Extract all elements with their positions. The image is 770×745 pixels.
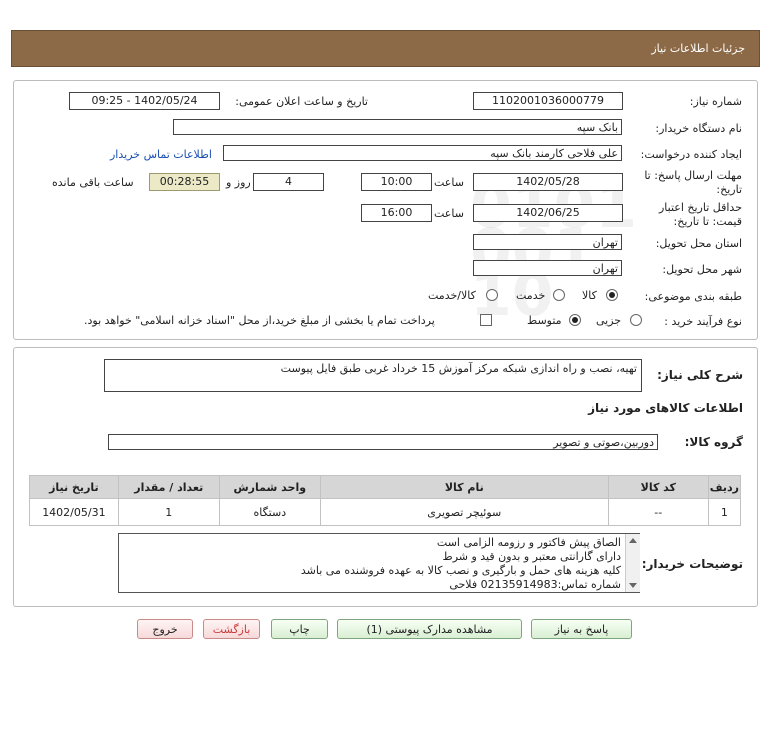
scroll-down-arrow-icon[interactable]: [629, 583, 637, 588]
cell-code: --: [607, 498, 709, 526]
announce-label: تاریخ و ساعت اعلان عمومی:: [235, 95, 368, 108]
announce-field[interactable]: 1402/05/24 - 09:25: [69, 92, 220, 110]
validity-time-label: ساعت: [434, 207, 464, 220]
col-unit: واحد شمارش: [218, 475, 321, 499]
need-number-field[interactable]: 1102001036000779: [473, 92, 623, 110]
deadline-label-2: تاریخ:: [716, 183, 742, 196]
page-title: جزئیات اطلاعات نیاز: [651, 42, 745, 55]
cell-quantity: 1: [117, 498, 220, 526]
requester-field[interactable]: علی فلاحی کارمند بانک سپه: [223, 145, 622, 161]
table-row: 1 -- سوئیچر تصویری دستگاه 1 1402/05/31: [29, 498, 742, 526]
requester-label: ایجاد کننده درخواست:: [640, 148, 742, 161]
deadline-date-field[interactable]: 1402/05/28: [473, 173, 623, 191]
back-button[interactable]: بازگشت: [203, 619, 260, 639]
category-radio-service[interactable]: [553, 289, 565, 301]
goods-table-header: ردیف کد کالا نام کالا واحد شمارش تعداد /…: [29, 475, 742, 499]
validity-time-field[interactable]: 16:00: [361, 204, 432, 222]
deadline-time-field[interactable]: 10:00: [361, 173, 432, 191]
province-field[interactable]: تهران: [473, 234, 622, 250]
col-name: نام کالا: [319, 475, 609, 499]
category-option-goods: کالا: [582, 289, 597, 302]
days-label: روز و: [226, 176, 251, 189]
buyer-notes-field[interactable]: الصاق پیش فاکتور و رزومه الزامی است دارا…: [118, 533, 640, 593]
buyer-note-line: شماره تماس:02135914983 فلاحی: [449, 578, 621, 591]
goods-section-title: اطلاعات کالاهای مورد نیاز: [588, 401, 743, 415]
process-radio-medium[interactable]: [569, 314, 581, 326]
exit-button[interactable]: خروج: [137, 619, 193, 639]
buyer-note-line: کلیه هزینه های حمل و بارگیری و نصب کالا …: [300, 564, 621, 577]
buyer-org-label: نام دستگاه خریدار:: [655, 122, 742, 135]
col-date: تاریخ نیاز: [29, 475, 119, 499]
category-radio-goods[interactable]: [606, 289, 618, 301]
remaining-label: ساعت باقی مانده: [52, 176, 134, 189]
city-field[interactable]: تهران: [473, 260, 622, 276]
contact-info-link[interactable]: اطلاعات تماس خریدار: [110, 148, 212, 161]
goods-table: ردیف کد کالا نام کالا واحد شمارش تعداد /…: [29, 475, 742, 526]
attachments-button[interactable]: مشاهده مدارک پیوستی (1): [337, 619, 522, 639]
description-field[interactable]: تهیه، نصب و راه اندازی شبکه مرکز آموزش 1…: [104, 359, 642, 392]
buyer-org-field[interactable]: بانک سپه: [173, 119, 622, 135]
col-row: ردیف: [707, 475, 742, 499]
cell-date: 1402/05/31: [29, 498, 119, 526]
city-label: شهر محل تحویل:: [662, 263, 742, 276]
cell-row: 1: [707, 498, 742, 526]
treasury-payment-checkbox[interactable]: [480, 314, 492, 326]
process-option-medium: متوسط: [527, 314, 562, 327]
validity-date-field[interactable]: 1402/06/25: [473, 204, 623, 222]
reply-button[interactable]: پاسخ به نیاز: [531, 619, 632, 639]
category-option-goods-service: کالا/خدمت: [428, 289, 476, 302]
description-text: تهیه، نصب و راه اندازی شبکه مرکز آموزش 1…: [280, 362, 637, 375]
cell-name: سوئیچر تصویری: [319, 498, 609, 526]
buyer-notes-label: توضیحات خریدار:: [641, 557, 743, 571]
process-radio-minor[interactable]: [630, 314, 642, 326]
process-option-minor: جزیی: [596, 314, 622, 327]
process-type-label: نوع فرآیند خرید :: [664, 315, 742, 328]
category-radio-goods-service[interactable]: [486, 289, 498, 301]
buyer-note-line: دارای گارانتی معتبر و بدون قید و شرط: [442, 550, 621, 563]
goods-group-label: گروه کالا:: [684, 435, 743, 449]
print-button[interactable]: چاپ: [271, 619, 328, 639]
col-quantity: تعداد / مقدار: [117, 475, 220, 499]
buyer-note-line: الصاق پیش فاکتور و رزومه الزامی است: [436, 536, 621, 549]
treasury-payment-note: پرداخت تمام یا بخشی از مبلغ خرید،از محل …: [84, 314, 435, 327]
validity-label-2: قیمت: تا تاریخ:: [673, 215, 742, 228]
deadline-time-label: ساعت: [434, 176, 464, 189]
col-code: کد کالا: [607, 475, 709, 499]
goods-group-field[interactable]: دوربین،صوتی و تصویر: [108, 434, 658, 450]
buyer-notes-scrollbar[interactable]: [625, 534, 640, 592]
deadline-label-1: مهلت ارسال پاسخ: تا: [644, 169, 742, 182]
province-label: استان محل تحویل:: [655, 237, 742, 250]
page-header: جزئیات اطلاعات نیاز: [11, 30, 760, 67]
validity-label-1: حداقل تاریخ اعتبار: [658, 201, 742, 214]
category-label: طبقه بندی موضوعی:: [644, 290, 742, 303]
days-field[interactable]: 4: [253, 173, 324, 191]
scroll-up-arrow-icon[interactable]: [629, 538, 637, 543]
description-label: شرح کلی نیاز:: [657, 368, 743, 382]
category-option-service: خدمت: [516, 289, 546, 302]
remaining-time-field: 00:28:55: [149, 173, 220, 191]
need-number-label: شماره نیاز:: [689, 95, 742, 108]
cell-unit: دستگاه: [218, 498, 321, 526]
